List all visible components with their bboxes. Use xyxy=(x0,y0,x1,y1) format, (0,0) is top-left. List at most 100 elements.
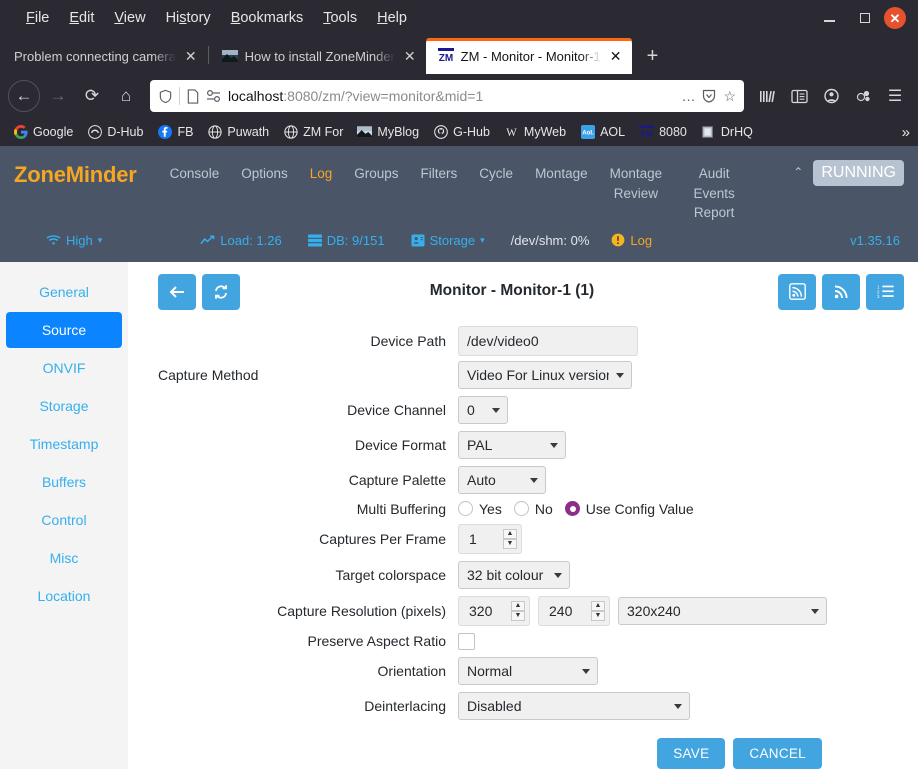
deinterlacing-select[interactable]: Disabled xyxy=(458,691,690,720)
nav-montage[interactable]: Montage xyxy=(524,160,599,188)
bookmark-star-icon[interactable]: ☆ xyxy=(723,88,736,105)
close-button[interactable]: ✕ xyxy=(884,7,906,29)
stepper-up-icon[interactable]: ▲ xyxy=(591,600,605,611)
shield-icon[interactable] xyxy=(158,89,173,104)
tab-zm-monitor[interactable]: ZM ZM - Monitor - Monitor-1 ✕ xyxy=(425,38,632,74)
account-icon[interactable] xyxy=(816,81,846,111)
menu-file[interactable]: File xyxy=(16,7,59,29)
radio-multi-buffering-no[interactable] xyxy=(513,501,529,517)
sidebar-item-buffers[interactable]: Buffers xyxy=(6,464,122,500)
sidebar-item-timestamp[interactable]: Timestamp xyxy=(6,426,122,462)
bookmarks-overflow-icon[interactable]: » xyxy=(902,124,910,141)
sidebar-item-storage[interactable]: Storage xyxy=(6,388,122,424)
menu-tools[interactable]: Tools xyxy=(313,7,367,29)
sidebar-item-source[interactable]: Source xyxy=(6,311,122,348)
refresh-button[interactable] xyxy=(202,273,240,310)
bookmark-drhq[interactable]: DrHQ xyxy=(694,123,760,142)
stepper-up-icon[interactable]: ▲ xyxy=(503,528,517,539)
menu-history[interactable]: History xyxy=(156,7,221,29)
bookmark-myblog[interactable]: MyBlog xyxy=(350,123,426,142)
reload-button[interactable]: ⟳ xyxy=(76,80,108,112)
log-status[interactable]: Log xyxy=(611,233,652,248)
capture-width-input[interactable] xyxy=(467,601,509,620)
storage-selector[interactable]: Storage ▾ xyxy=(411,233,485,248)
tab-close-icon[interactable]: ✕ xyxy=(183,49,199,63)
save-button[interactable]: SAVE xyxy=(657,737,726,769)
sidebar-icon[interactable] xyxy=(784,81,814,111)
stepper-down-icon[interactable]: ▼ xyxy=(511,610,525,621)
device-channel-select[interactable]: 0 xyxy=(458,395,508,424)
stepper-up-icon[interactable]: ▲ xyxy=(511,600,525,611)
back-button[interactable] xyxy=(158,273,196,310)
maximize-button[interactable] xyxy=(848,4,882,32)
preserve-aspect-ratio-checkbox[interactable] xyxy=(458,632,475,650)
nav-options[interactable]: Options xyxy=(230,160,299,188)
bookmark-zm-for[interactable]: ZM For xyxy=(276,123,350,142)
nav-montage-review[interactable]: Montage Review xyxy=(599,160,674,207)
load-status[interactable]: Load: 1.26 xyxy=(200,233,282,248)
back-button[interactable]: ← xyxy=(8,80,40,112)
resolution-preset-select[interactable]: 320x240 xyxy=(618,596,827,625)
menu-edit[interactable]: Edit xyxy=(59,7,104,29)
bookmark-myweb[interactable]: W MyWeb xyxy=(497,123,573,142)
stepper-arrows[interactable]: ▲ ▼ xyxy=(511,600,525,621)
forward-button[interactable]: → xyxy=(42,80,74,112)
nav-cycle[interactable]: Cycle xyxy=(468,160,524,188)
sidebar-item-general[interactable]: General xyxy=(6,274,122,310)
bookmark-d-hub[interactable]: D-Hub xyxy=(80,123,150,142)
rss-feed-button[interactable] xyxy=(778,273,816,310)
radio-multi-buffering-use-config[interactable] xyxy=(564,501,580,517)
capture-height-input[interactable] xyxy=(547,601,589,620)
bandwidth-selector[interactable]: High ▾ xyxy=(46,233,102,248)
capture-method-select[interactable]: Video For Linux version 2 xyxy=(458,360,632,389)
bookmark-fb[interactable]: FB xyxy=(150,123,200,142)
page-actions-icon[interactable]: … xyxy=(681,88,695,104)
nav-log[interactable]: Log xyxy=(299,160,344,188)
tab-close-icon[interactable]: ✕ xyxy=(608,49,624,63)
capture-height-stepper[interactable]: ▲ ▼ xyxy=(538,595,610,626)
bookmark-puwath[interactable]: Puwath xyxy=(200,123,276,142)
reader-mode-icon[interactable] xyxy=(701,88,717,104)
sidebar-item-misc[interactable]: Misc xyxy=(6,540,122,576)
capture-width-stepper[interactable]: ▲ ▼ xyxy=(458,595,530,626)
extensions-icon[interactable] xyxy=(848,81,878,111)
sidebar-item-location[interactable]: Location xyxy=(6,578,122,614)
device-path-input[interactable] xyxy=(458,325,638,356)
stepper-down-icon[interactable]: ▼ xyxy=(503,538,517,549)
tab-how-to-install-zoneminder[interactable]: How to install ZoneMinder ✕ xyxy=(210,38,426,74)
stepper-arrows[interactable]: ▲ ▼ xyxy=(591,600,605,621)
tab-close-icon[interactable]: ✕ xyxy=(402,49,418,63)
tab-problem-connecting-camera[interactable]: Problem connecting camera ✕ xyxy=(2,38,207,74)
new-tab-button[interactable]: + xyxy=(638,41,668,71)
nav-audit-events-report[interactable]: Audit Events Report xyxy=(673,160,755,227)
sidebar-item-control[interactable]: Control xyxy=(6,502,122,538)
menu-help[interactable]: Help xyxy=(367,7,417,29)
bookmark-g-hub[interactable]: G-Hub xyxy=(426,123,497,142)
rss-alt-button[interactable] xyxy=(822,273,860,310)
list-button[interactable]: 123 xyxy=(866,273,904,310)
captures-per-frame-input[interactable] xyxy=(467,529,501,548)
cancel-button[interactable]: CANCEL xyxy=(733,737,822,769)
menu-view[interactable]: View xyxy=(104,7,155,29)
chevron-up-icon[interactable]: ⌃ xyxy=(785,160,811,184)
url-text[interactable]: localhost:8080/zm/?view=monitor&mid=1 xyxy=(228,88,675,104)
minimize-button[interactable] xyxy=(812,4,846,32)
menu-bookmarks[interactable]: Bookmarks xyxy=(221,7,314,29)
target-colorspace-select[interactable]: 32 bit colour xyxy=(458,560,570,589)
device-format-select[interactable]: PAL xyxy=(458,430,566,459)
library-icon[interactable] xyxy=(752,81,782,111)
bookmark-aol[interactable]: Aol. AOL xyxy=(573,123,632,142)
stepper-down-icon[interactable]: ▼ xyxy=(591,610,605,621)
home-button[interactable]: ⌂ xyxy=(110,80,142,112)
radio-multi-buffering-yes[interactable] xyxy=(458,501,473,517)
url-bar[interactable]: localhost:8080/zm/?view=monitor&mid=1 … … xyxy=(150,80,744,112)
nav-console[interactable]: Console xyxy=(159,160,231,188)
bookmark-8080[interactable]: ZM 8080 xyxy=(632,123,694,142)
sidebar-item-onvif[interactable]: ONVIF xyxy=(6,350,122,386)
orientation-select[interactable]: Normal xyxy=(458,656,598,685)
nav-filters[interactable]: Filters xyxy=(410,160,469,188)
zm-brand-logo[interactable]: ZoneMinder xyxy=(14,160,145,188)
nav-groups[interactable]: Groups xyxy=(343,160,409,188)
captures-per-frame-stepper[interactable]: ▲ ▼ xyxy=(458,523,522,554)
bookmark-google[interactable]: Google xyxy=(6,123,80,142)
